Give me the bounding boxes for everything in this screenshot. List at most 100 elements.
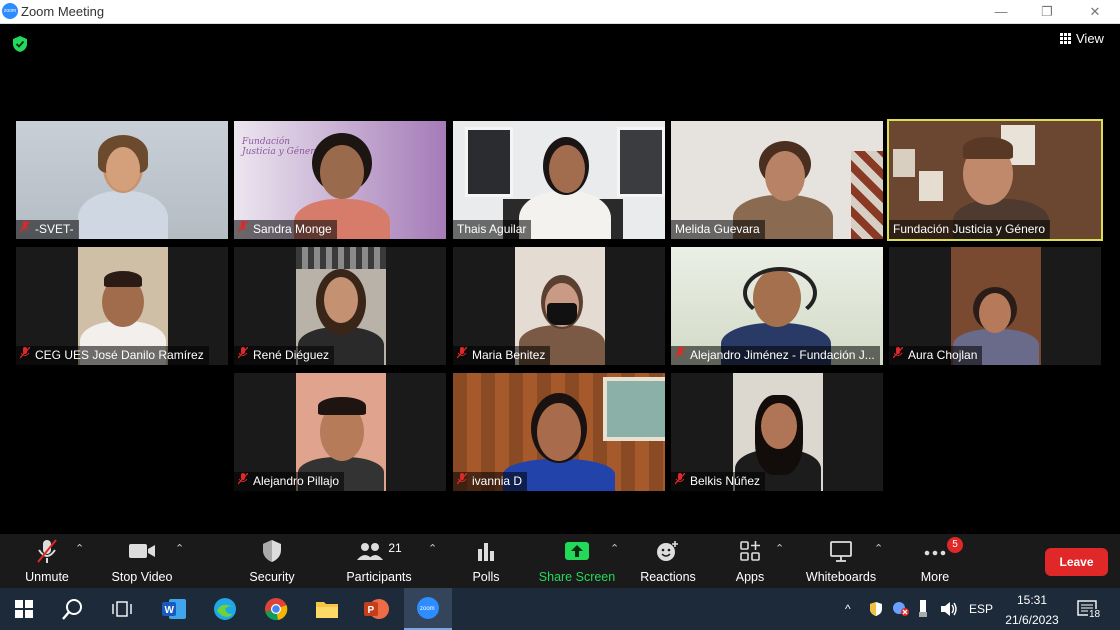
- grid-view-icon: [1060, 33, 1071, 44]
- participant-name-label: René Diéguez: [234, 346, 335, 365]
- search-icon[interactable]: [49, 588, 97, 630]
- whiteboard-options-caret-icon[interactable]: ⌃: [874, 542, 883, 555]
- video-options-caret-icon[interactable]: ⌃: [175, 542, 184, 555]
- word-icon[interactable]: W: [150, 588, 198, 630]
- participants-button[interactable]: 21 Participants: [334, 534, 424, 588]
- security-shield-icon: [261, 539, 283, 568]
- svg-text:P: P: [368, 605, 375, 616]
- whiteboards-button[interactable]: Whiteboards: [796, 534, 886, 588]
- windows-taskbar: W P zoom ^ ESP 18: [0, 588, 1120, 630]
- notifications-button[interactable]: 18: [1076, 588, 1102, 630]
- participant-name-label: Melida Guevara: [671, 220, 765, 239]
- view-button[interactable]: View: [1060, 31, 1104, 46]
- stop-video-label: Stop Video: [111, 570, 173, 584]
- participants-icon: [356, 541, 384, 566]
- svg-text:W: W: [165, 605, 175, 616]
- video-tile[interactable]: Melida Guevara: [671, 121, 883, 239]
- participant-name-label: Aura Chojlan: [889, 346, 983, 365]
- active-speaker-tile[interactable]: Fundación Justicia y Género: [887, 119, 1103, 241]
- apps-options-caret-icon[interactable]: ⌃: [775, 542, 784, 555]
- participant-name-label: Thais Aguilar: [453, 220, 532, 239]
- more-notification-badge: 5: [947, 537, 963, 553]
- polls-bar-chart-icon: [476, 541, 496, 566]
- windows-start-icon[interactable]: [0, 588, 48, 630]
- video-tile[interactable]: Fundación Justicia y Género Sandra Monge: [234, 121, 446, 239]
- video-tile[interactable]: Alejandro Pillajo: [234, 373, 446, 491]
- muted-mic-icon: [237, 472, 249, 491]
- participants-options-caret-icon[interactable]: ⌃: [428, 542, 437, 555]
- security-tray-icon[interactable]: [868, 588, 884, 630]
- clock-date: 21/6/2023: [1005, 613, 1059, 627]
- participant-name-label: Sandra Monge: [234, 220, 337, 239]
- edge-browser-icon[interactable]: [201, 588, 249, 630]
- participant-name-label: Maria Benitez: [453, 346, 551, 365]
- task-view-icon[interactable]: [98, 588, 146, 630]
- close-button[interactable]: ✕: [1072, 0, 1118, 23]
- file-explorer-icon[interactable]: [303, 588, 351, 630]
- muted-mic-icon: [19, 346, 31, 365]
- show-hidden-icons-chevron-icon[interactable]: ^: [845, 588, 851, 630]
- video-tile[interactable]: Alejandro Jiménez - Fundación J...: [671, 247, 883, 365]
- participant-name-label: Fundación Justicia y Género: [889, 220, 1051, 239]
- restore-button[interactable]: ❐: [1024, 0, 1070, 23]
- video-tile[interactable]: -SVET-: [16, 121, 228, 239]
- muted-mic-icon: [237, 346, 249, 365]
- zoom-taskbar-icon[interactable]: zoom: [404, 588, 452, 630]
- title-bar: zoom Zoom Meeting — ❐ ✕: [0, 0, 1120, 24]
- svg-text:zoom: zoom: [420, 606, 435, 612]
- muted-mic-icon: [674, 346, 686, 365]
- more-ellipsis-icon: [923, 544, 947, 562]
- muted-mic-icon: [456, 472, 468, 491]
- minimize-button[interactable]: —: [978, 0, 1024, 23]
- polls-button[interactable]: Polls: [441, 534, 531, 588]
- share-options-caret-icon[interactable]: ⌃: [610, 542, 619, 555]
- participant-name-label: Belkis Núñez: [671, 472, 766, 491]
- background-logo-text: Fundación Justicia y Género: [242, 137, 320, 157]
- taskbar-clock[interactable]: 15:31 21/6/2023: [1000, 590, 1064, 630]
- usb-device-tray-icon[interactable]: [918, 588, 928, 630]
- video-tile[interactable]: Belkis Núñez: [671, 373, 883, 491]
- video-tile[interactable]: Maria Benitez: [453, 247, 665, 365]
- share-screen-arrow-icon: [564, 541, 590, 566]
- participant-name-label: CEG UES José Danilo Ramírez: [16, 346, 209, 365]
- encryption-shield-icon[interactable]: [11, 35, 29, 58]
- share-screen-button[interactable]: Share Screen: [532, 534, 622, 588]
- audio-options-caret-icon[interactable]: ⌃: [75, 542, 84, 555]
- powerpoint-icon[interactable]: P: [352, 588, 400, 630]
- notification-count: 18: [1088, 609, 1102, 620]
- video-camera-icon: [128, 542, 156, 565]
- whiteboard-icon: [829, 540, 853, 567]
- video-tile[interactable]: Aura Chojlan: [889, 247, 1101, 365]
- muted-mic-icon: [456, 346, 468, 365]
- more-label: More: [920, 570, 950, 584]
- video-tile[interactable]: ivannia D: [453, 373, 665, 491]
- participants-count: 21: [388, 541, 402, 555]
- apps-icon: [739, 540, 761, 567]
- security-label: Security: [249, 570, 295, 584]
- video-tile[interactable]: Thais Aguilar: [453, 121, 665, 239]
- network-warning-tray-icon[interactable]: [892, 588, 910, 630]
- volume-icon[interactable]: [940, 588, 958, 630]
- stop-video-button[interactable]: Stop Video: [97, 534, 187, 588]
- participant-name-label: -SVET-: [16, 220, 79, 239]
- participant-name-label: ivannia D: [453, 472, 528, 491]
- participants-label: Participants: [346, 570, 412, 584]
- window-title: Zoom Meeting: [21, 4, 105, 19]
- video-tile[interactable]: René Diéguez: [234, 247, 446, 365]
- clock-time: 15:31: [1016, 593, 1048, 607]
- leave-button[interactable]: Leave: [1045, 548, 1108, 576]
- more-button[interactable]: More: [890, 534, 980, 588]
- reactions-smiley-icon: [656, 540, 680, 567]
- video-tile[interactable]: CEG UES José Danilo Ramírez: [16, 247, 228, 365]
- muted-mic-icon: [237, 220, 249, 239]
- muted-mic-icon: [36, 538, 58, 569]
- muted-mic-icon: [892, 346, 904, 365]
- input-language-indicator[interactable]: ESP: [969, 588, 993, 630]
- view-label: View: [1076, 31, 1104, 46]
- zoom-logo-icon: zoom: [2, 3, 18, 19]
- participant-name-label: Alejandro Jiménez - Fundación J...: [671, 346, 880, 365]
- security-button[interactable]: Security: [227, 534, 317, 588]
- muted-mic-icon: [19, 220, 31, 239]
- participant-name-label: Alejandro Pillajo: [234, 472, 345, 491]
- chrome-icon[interactable]: [252, 588, 300, 630]
